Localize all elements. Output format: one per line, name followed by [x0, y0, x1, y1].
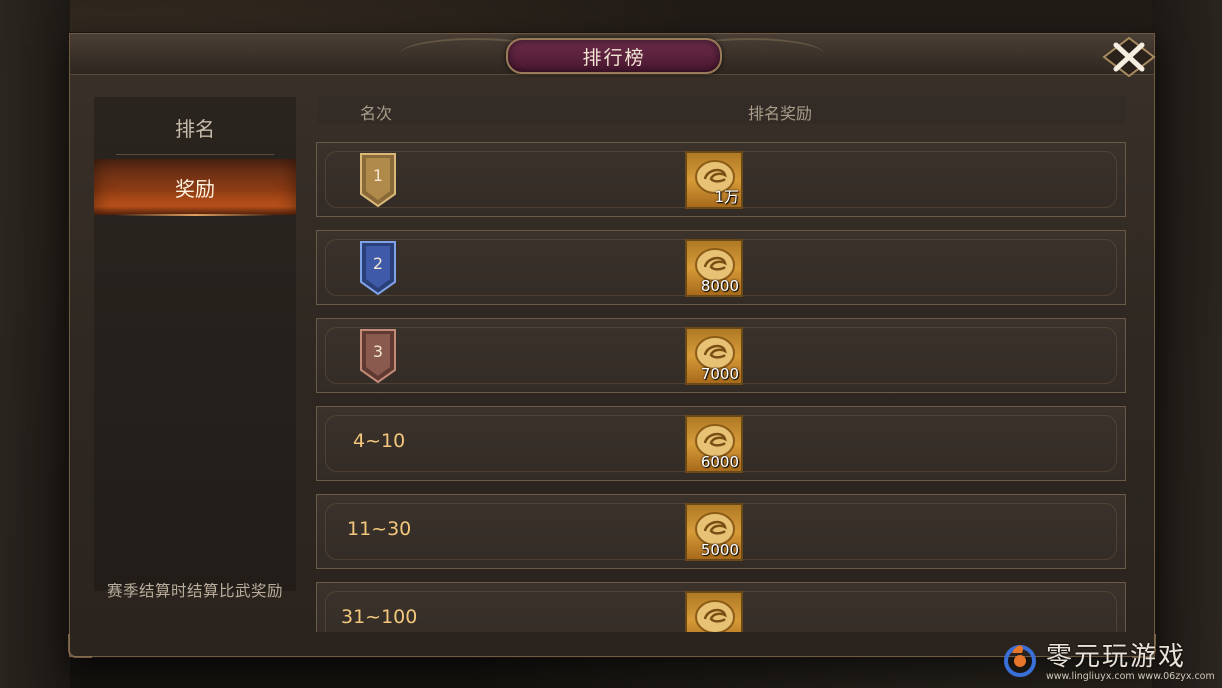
close-x-icon	[1102, 36, 1156, 78]
reward-item[interactable]: 1万	[685, 151, 743, 209]
panel-header: 排行榜	[70, 34, 1154, 75]
reward-row: 3 7000	[316, 318, 1126, 393]
rank-number: 3	[372, 342, 384, 361]
season-note: 赛季结算时结算比武奖励	[106, 582, 283, 600]
reward-count: 6000	[700, 453, 739, 471]
gold-coin-icon	[695, 600, 735, 632]
reward-row: 1 1万	[316, 142, 1126, 217]
reward-row: 2 8000	[316, 230, 1126, 305]
watermark-name: 零元玩游戏	[1046, 642, 1187, 672]
background-right-hud	[1152, 0, 1222, 688]
reward-row: 11~30 5000	[316, 494, 1126, 569]
rank-number: 1	[372, 166, 384, 185]
rank-badge-bronze: 3	[357, 328, 399, 384]
sidebar: 排名 奖励	[94, 97, 296, 591]
reward-row: 31~100	[316, 582, 1126, 632]
page-title: 排行榜	[582, 46, 646, 69]
column-header-reward: 排名奖励	[748, 104, 813, 123]
rank-badge-blue: 2	[357, 240, 399, 296]
reward-row: 4~10 6000	[316, 406, 1126, 481]
corner-ornament-bottom-left	[68, 634, 92, 658]
close-button[interactable]	[1102, 36, 1156, 78]
tab-rewards[interactable]: 奖励	[94, 159, 296, 216]
watermark-logo-icon	[1004, 645, 1036, 677]
watermark-urls: www.lingliuyx.com www.06zyx.com	[1046, 671, 1215, 682]
column-header-rank: 名次	[360, 104, 393, 123]
reward-item[interactable]: 7000	[685, 327, 743, 385]
reward-item[interactable]: 6000	[685, 415, 743, 473]
rank-badge-gold: 1	[357, 152, 399, 208]
reward-item[interactable]	[685, 591, 743, 632]
reward-count: 7000	[700, 365, 739, 383]
rank-number: 2	[372, 254, 384, 273]
reward-count: 8000	[700, 277, 739, 295]
background-left-hud	[0, 0, 70, 688]
reward-count: 5000	[700, 541, 739, 559]
reward-list[interactable]: 1 1万 2 8000 3 7000 4~10 6000 11~30 5000 …	[316, 142, 1128, 632]
rank-range: 4~10	[353, 430, 406, 452]
tab-ranking-label: 排名	[175, 116, 215, 141]
title-plate: 排行榜	[506, 38, 722, 74]
tab-rewards-label: 奖励	[175, 176, 215, 201]
rank-range: 11~30	[347, 518, 412, 540]
watermark: 零元玩游戏 www.lingliuyx.com www.06zyx.com	[1000, 630, 1222, 688]
leaderboard-panel: 排行榜 排名 奖励 赛季结算时结算比武奖励 名次 排名奖励 1 1万 2 800…	[68, 33, 1156, 658]
list-header: 名次 排名奖励	[318, 96, 1126, 124]
sidebar-divider	[116, 154, 274, 155]
reward-item[interactable]: 5000	[685, 503, 743, 561]
tab-ranking[interactable]: 排名	[94, 99, 296, 155]
reward-item[interactable]: 8000	[685, 239, 743, 297]
reward-count: 1万	[714, 188, 739, 206]
rank-range: 31~100	[341, 606, 418, 628]
